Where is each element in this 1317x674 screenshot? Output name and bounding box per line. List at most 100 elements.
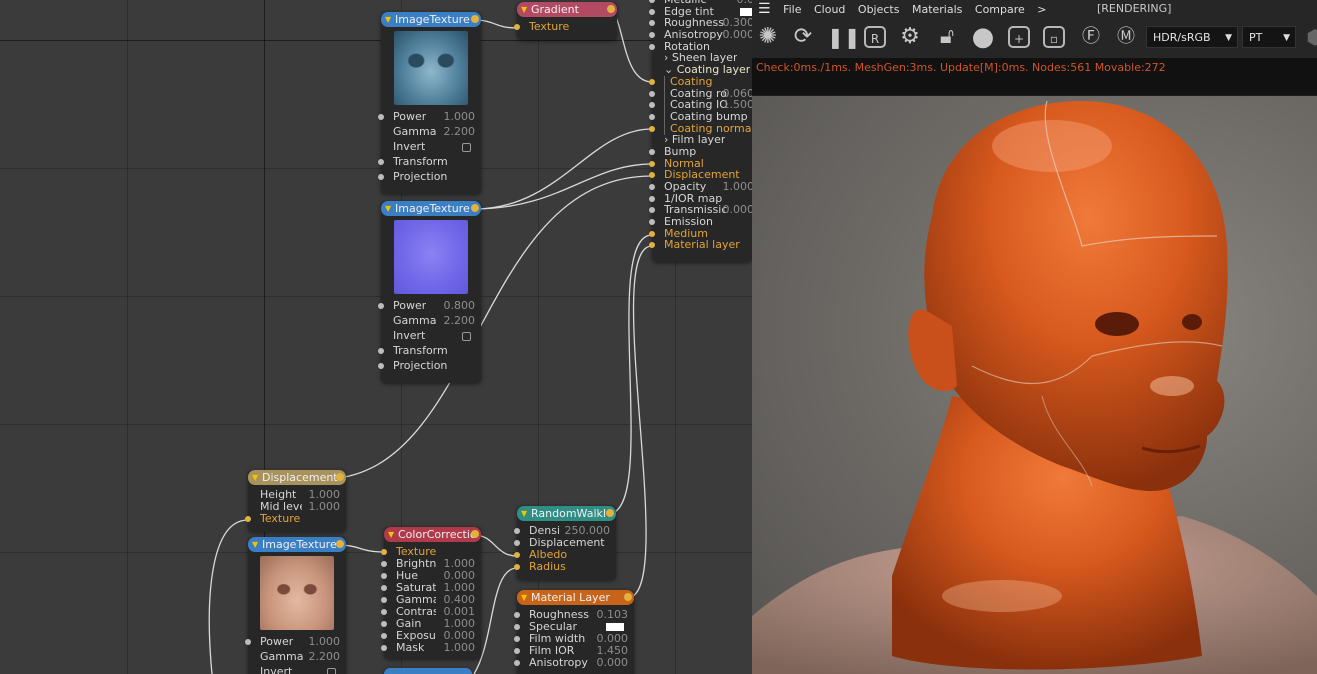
edge-tint-swatch[interactable] [740, 7, 752, 16]
input-pin[interactable] [381, 597, 387, 603]
texture-input-row[interactable]: Texture [245, 513, 346, 525]
node-graph-editor[interactable]: ▼ Gradient Texture ▼ ImageTexture Power 1… [0, 0, 752, 674]
collapse-caret-icon[interactable]: ▼ [521, 506, 527, 521]
material-row[interactable]: Bump [649, 146, 752, 158]
input-pin[interactable] [514, 540, 520, 546]
gamma-row[interactable]: Gamma 2.200 [381, 315, 481, 327]
input-pin[interactable] [514, 24, 520, 30]
material-row[interactable]: Material layer [649, 239, 752, 251]
invert-checkbox[interactable] [462, 143, 471, 152]
material-layer-row-value[interactable]: 0.000 [597, 657, 629, 669]
material-layer-row-value[interactable]: 0.103 [597, 609, 629, 621]
material-row[interactable]: Medium [649, 228, 752, 240]
input-pin[interactable] [649, 219, 655, 226]
hexagon-icon[interactable]: ⬢ [1302, 24, 1317, 50]
invert-checkbox[interactable] [462, 332, 471, 341]
material-row[interactable]: ⌄ Coating layer [652, 64, 752, 76]
color-space-select[interactable]: HDR/sRGB ▼ [1146, 26, 1238, 48]
image-texture-node-3[interactable]: ▼ ImageTexture Power 1.000 Gamma 2.200 Inv… [245, 537, 346, 674]
input-pin[interactable] [649, 184, 655, 190]
chevron-right-icon[interactable]: › [664, 133, 672, 146]
input-pin[interactable] [649, 20, 655, 27]
displacement-node[interactable]: ▼ Displacement Height 1.000 Mid leve 1.000… [245, 470, 346, 532]
gamma-value[interactable]: 2.200 [444, 126, 476, 138]
kernel-select[interactable]: PT ▼ [1242, 26, 1296, 48]
invert-row[interactable]: Invert [248, 666, 346, 674]
output-pin[interactable] [336, 540, 344, 548]
input-pin[interactable] [649, 148, 655, 155]
hamburger-menu-icon[interactable]: ☰ [758, 0, 771, 18]
input-pin[interactable] [245, 516, 251, 522]
material-row[interactable]: Coating bump [649, 110, 752, 123]
collapse-caret-icon[interactable]: ▼ [385, 12, 391, 27]
gamma-row[interactable]: Gamma 2.200 [248, 651, 346, 663]
material-row-value[interactable]: 1.500 [723, 99, 753, 111]
menu-materials[interactable]: Materials [912, 1, 962, 19]
pause-icon[interactable]: ❚❚ [827, 24, 861, 50]
settings-gear-icon[interactable]: ⚙ [897, 24, 923, 50]
material-row[interactable]: Anisotropy 0.000 [649, 29, 753, 41]
material-node[interactable]: Metallic0.0Edge tintRoughness0.300Anisot… [649, 0, 753, 262]
collapse-caret-icon[interactable]: ▼ [385, 201, 391, 216]
input-pin[interactable] [514, 552, 520, 558]
material-layer-header[interactable]: ▼ Material Layer [517, 590, 634, 605]
output-pin[interactable] [624, 593, 632, 601]
input-pin[interactable] [381, 585, 387, 591]
collapse-caret-icon[interactable]: ▼ [521, 590, 527, 605]
material-row[interactable]: Transmissic 0.000 [649, 204, 753, 216]
input-pin[interactable] [381, 621, 387, 627]
material-layer-row[interactable]: Anisotropy 0.000 [514, 657, 634, 669]
material-row-value[interactable]: 0.000 [723, 204, 753, 216]
material-row[interactable]: Normal [649, 158, 752, 170]
input-pin[interactable] [649, 172, 655, 179]
collapse-caret-icon[interactable]: ▼ [521, 2, 527, 17]
material-row[interactable]: › Film layer [652, 134, 752, 146]
gamma-value[interactable]: 2.200 [309, 651, 341, 663]
random-walk-row[interactable]: Displacement [514, 537, 616, 549]
specular-swatch[interactable] [606, 623, 624, 631]
input-pin[interactable] [378, 348, 384, 354]
projection-row[interactable]: Projection [378, 360, 481, 372]
invert-row[interactable]: Invert [381, 141, 481, 153]
output-pin[interactable] [471, 530, 479, 538]
material-row[interactable]: Coating [649, 75, 752, 88]
input-pin[interactable] [514, 636, 520, 642]
material-row[interactable]: Emission [649, 216, 752, 228]
focus-pin-icon[interactable]: Ⓕ [1078, 24, 1104, 50]
material-row-value[interactable]: 0.000 [723, 29, 753, 41]
material-row-value[interactable]: 1.000 [723, 181, 753, 193]
input-pin[interactable] [649, 125, 655, 132]
projection-row[interactable]: Projection [378, 171, 481, 183]
input-pin[interactable] [649, 195, 655, 202]
color-correction-node[interactable]: ▼ ColorCorrectio TextureBrightne 1.000 Hue… [381, 527, 481, 659]
input-pin[interactable] [381, 561, 387, 567]
power-value[interactable]: 1.000 [444, 111, 476, 123]
image-texture-2-header[interactable]: ▼ ImageTexture [381, 201, 481, 216]
random-walk-row[interactable]: Densi 250.000 [514, 525, 616, 537]
output-pin[interactable] [607, 5, 615, 13]
image-texture-node-2[interactable]: ▼ ImageTexture Power 0.800 Gamma 2.200 Inv… [378, 201, 481, 383]
material-pin-icon[interactable]: Ⓜ [1113, 24, 1139, 50]
input-pin[interactable] [381, 609, 387, 615]
sphere-icon[interactable]: ● [970, 24, 996, 50]
input-pin[interactable] [649, 102, 655, 109]
color-correction-row[interactable]: Mask 1.000 [381, 642, 481, 654]
output-pin[interactable] [336, 473, 344, 481]
input-pin[interactable] [649, 78, 655, 85]
gradient-node[interactable]: ▼ Gradient Texture [514, 2, 617, 40]
random-walk-row[interactable]: Albedo [514, 549, 616, 561]
node-partial-bottom[interactable] [384, 668, 472, 674]
input-pin[interactable] [514, 612, 520, 618]
color-correction-row-value[interactable]: 1.000 [444, 642, 476, 654]
transform-row[interactable]: Transform [378, 156, 481, 168]
input-pin[interactable] [378, 303, 384, 309]
input-pin[interactable] [381, 573, 387, 579]
image-texture-node-1[interactable]: ▼ ImageTexture Power 1.000 Gamma 2.200 Inv… [378, 12, 481, 194]
transform-row[interactable]: Transform [378, 345, 481, 357]
random-walk-node[interactable]: ▼ RandomWalkI Densi 250.000 Displacement Al… [514, 506, 616, 580]
input-pin[interactable] [245, 639, 251, 645]
collapse-caret-icon[interactable]: ▼ [252, 470, 258, 485]
random-walk-row[interactable]: Radius [514, 561, 616, 573]
invert-checkbox[interactable] [327, 668, 336, 674]
material-layer-node[interactable]: ▼ Material Layer Roughness 0.103 Specular F… [514, 590, 634, 674]
